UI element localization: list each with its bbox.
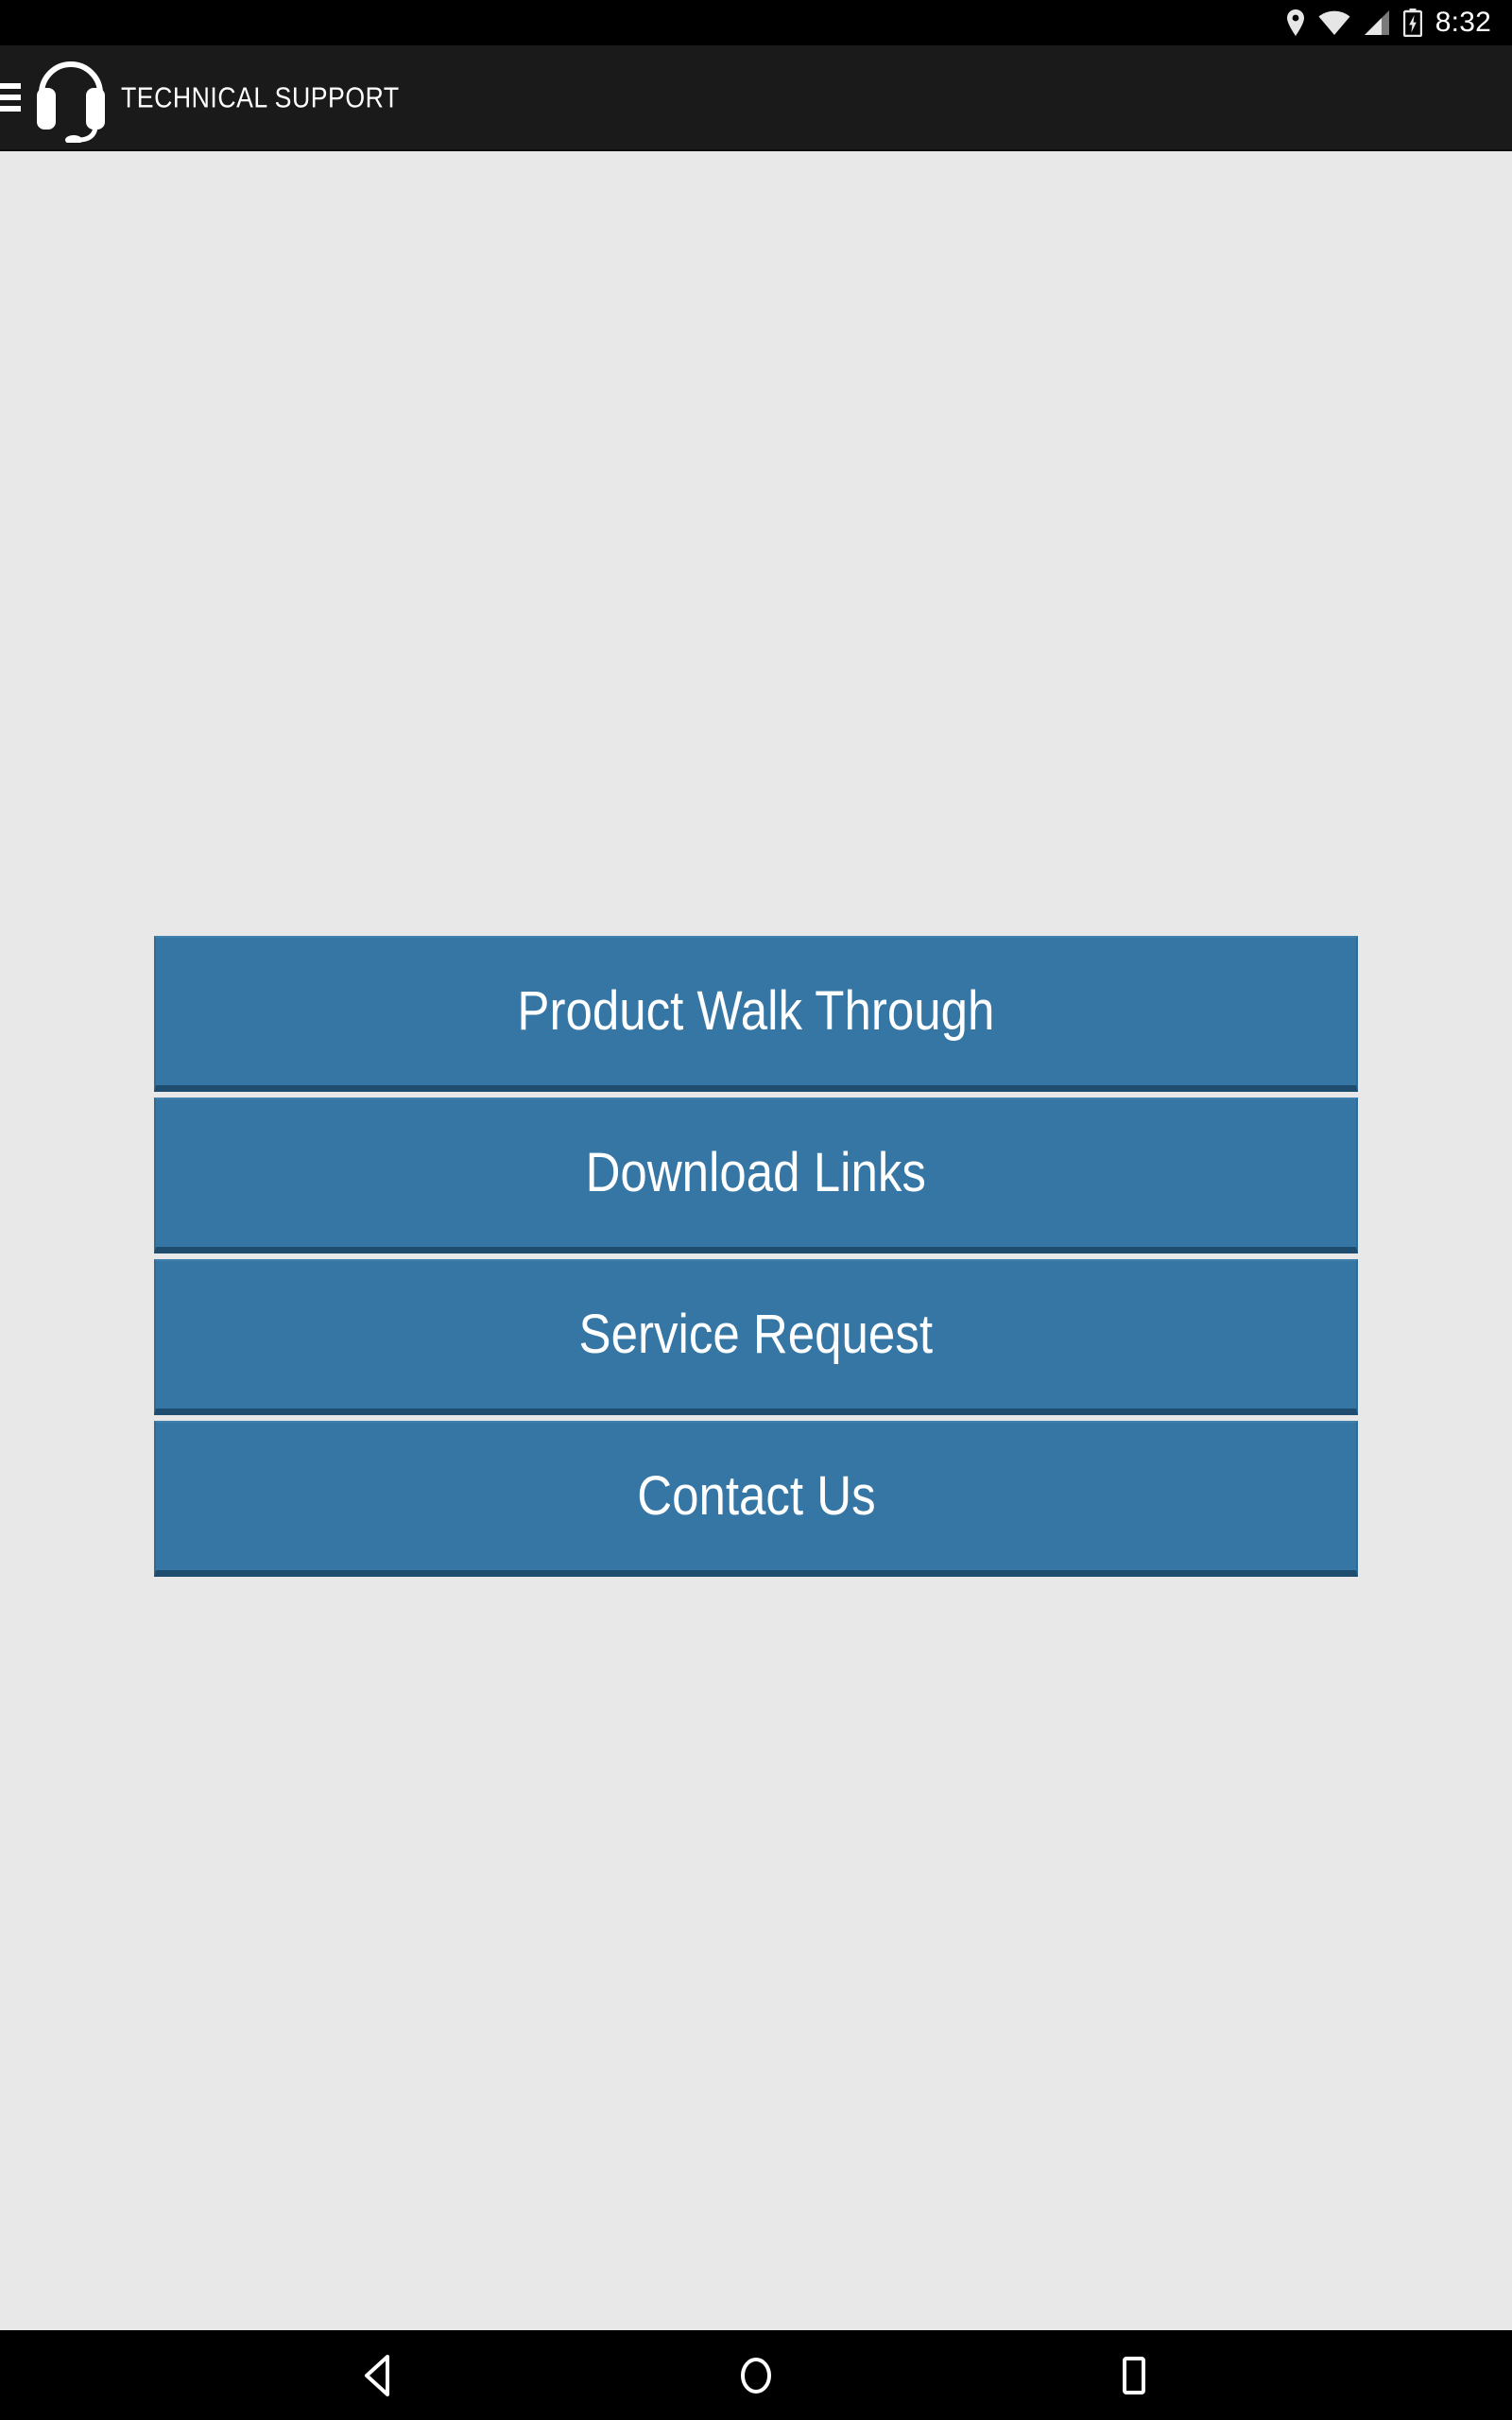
phone-screen: 8:32 TECHNICAL SUPPORT Product Walk Thro… xyxy=(0,0,1512,2420)
button-label: Contact Us xyxy=(636,1465,876,1527)
hamburger-line xyxy=(0,83,21,89)
nav-home-button[interactable] xyxy=(699,2330,813,2420)
menu-button-stack: Product Walk Through Download Links Serv… xyxy=(154,936,1358,1577)
android-navigation-bar xyxy=(0,2330,1512,2420)
page-title-text: TECHNICAL SUPPORT xyxy=(121,80,400,114)
button-label: Service Request xyxy=(578,1304,934,1365)
button-label: Product Walk Through xyxy=(517,980,995,1042)
home-circle-icon xyxy=(735,2353,777,2398)
wifi-icon xyxy=(1318,9,1350,36)
status-bar-icons xyxy=(1286,9,1422,37)
button-download-links[interactable]: Download Links xyxy=(154,1098,1358,1253)
hamburger-menu-icon[interactable] xyxy=(0,83,21,112)
battery-charging-icon xyxy=(1402,9,1422,37)
button-label: Download Links xyxy=(585,1142,927,1203)
cell-signal-icon xyxy=(1364,9,1390,36)
hamburger-line xyxy=(0,95,21,100)
app-bar: TECHNICAL SUPPORT xyxy=(0,45,1512,151)
recents-square-icon xyxy=(1113,2353,1155,2398)
button-product-walk-through[interactable]: Product Walk Through xyxy=(154,936,1358,1092)
status-bar: 8:32 xyxy=(0,0,1512,45)
location-icon xyxy=(1286,9,1305,36)
hamburger-line xyxy=(0,106,21,112)
headset-icon xyxy=(36,52,106,145)
button-service-request[interactable]: Service Request xyxy=(154,1259,1358,1415)
nav-back-button[interactable] xyxy=(321,2330,435,2420)
back-triangle-icon xyxy=(357,2353,399,2398)
main-content: Product Walk Through Download Links Serv… xyxy=(0,151,1512,2330)
nav-recents-button[interactable] xyxy=(1077,2330,1191,2420)
button-contact-us[interactable]: Contact Us xyxy=(154,1421,1358,1577)
status-bar-clock: 8:32 xyxy=(1435,7,1491,38)
page-title: TECHNICAL SUPPORT xyxy=(121,83,445,112)
